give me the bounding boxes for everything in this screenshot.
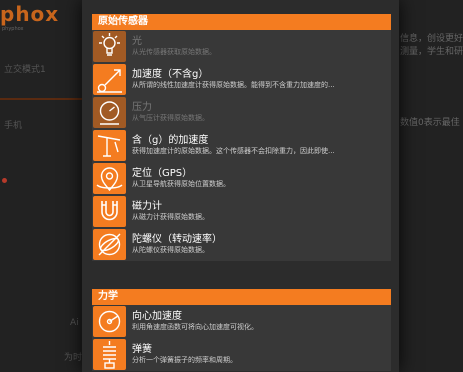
section-header: 原始传感器 [92,14,391,30]
section-mechanics: 力学 向心加速度 利用角速度函数可将向心加速度可视化。 弹簧 分析一个弹簧振子的… [92,289,391,371]
experiment-description: 利用角速度函数可将向心加速度可视化。 [132,323,258,331]
experiment-description: 从磁力计获得原始数据。 [132,213,209,221]
background-text: 手机 [4,121,23,131]
background-text: Ai [70,318,79,328]
experiment-item-linear-acceleration[interactable]: 加速度（不含g） 从所谓的线性加速度计获得原始数据。能得到不含重力加速度的... [92,63,391,96]
experiment-title: 向心加速度 [132,311,182,322]
experiment-description: 从所谓的线性加速度计获得原始数据。能得到不含重力加速度的... [132,81,335,89]
acceleration-icon [93,64,126,95]
app-logo: phox [0,2,60,26]
experiment-list-dialog: 原始传感器 光 从光传感器获取原始数据。 加速度（不含g） 从所谓的线性加速度计… [82,0,399,372]
experiment-item-magnetometer[interactable]: 磁力计 从磁力计获得原始数据。 [92,195,391,228]
background-text: 信息，创设更好 [400,34,463,44]
gyroscope-icon [93,229,126,260]
app-logo-subtitle: phyphox [2,26,24,32]
experiment-description: 从陀螺仪获得原始数据。 [132,246,209,254]
experiment-item-gyroscope[interactable]: 陀螺仪（转动速率） 从陀螺仪获得原始数据。 [92,228,391,261]
background-text: 立交模式1 [4,65,46,75]
experiment-item-centripetal-acceleration[interactable]: 向心加速度 利用角速度函数可将向心加速度可视化。 [92,305,391,338]
background-text: 数值0表示最佳 [400,118,460,128]
experiment-title: 磁力计 [132,201,162,212]
experiment-title: 压力 [132,102,152,113]
experiment-item-acceleration-with-g[interactable]: 含（g）的加速度 获得加速度计的原始数据。这个传感器不会扣除重力，因此即使... [92,129,391,162]
experiment-item-spring[interactable]: 弹簧 分析一个弹簧振子的频率和周期。 [92,338,391,371]
pressure-gauge-icon [93,97,126,128]
experiment-description: 分析一个弹簧振子的频率和周期。 [132,356,237,364]
experiment-title: 光 [132,36,142,47]
magnet-icon [93,196,126,227]
experiment-title: 陀螺仪（转动速率） [132,234,222,245]
section-header: 力学 [92,289,391,305]
experiment-title: 定位（GPS） [132,168,193,179]
experiment-description: 从气压计获得原始数据。 [132,114,209,122]
lightbulb-icon [93,31,126,62]
background-text: 为时 [64,353,83,363]
background-divider [0,98,84,100]
experiment-item-light[interactable]: 光 从光传感器获取原始数据。 [92,30,391,63]
experiment-description: 获得加速度计的原始数据。这个传感器不会扣除重力，因此即使... [132,147,335,155]
section-raw-sensors: 原始传感器 光 从光传感器获取原始数据。 加速度（不含g） 从所谓的线性加速度计… [92,14,391,261]
experiment-item-pressure[interactable]: 压力 从气压计获得原始数据。 [92,96,391,129]
background-text: 测量，学生和研 [400,47,463,57]
background-dot [2,178,7,183]
experiment-title: 加速度（不含g） [132,69,209,80]
spring-icon [93,339,126,370]
experiment-title: 弹簧 [132,344,152,355]
acceleration-g-icon [93,130,126,161]
experiment-item-gps[interactable]: 定位（GPS） 从卫星导航获得原始位置数据。 [92,162,391,195]
location-pin-icon [93,163,126,194]
centripetal-icon [93,306,126,337]
experiment-description: 从光传感器获取原始数据。 [132,48,216,56]
experiment-description: 从卫星导航获得原始位置数据。 [132,180,230,188]
experiment-title: 含（g）的加速度 [132,135,209,146]
